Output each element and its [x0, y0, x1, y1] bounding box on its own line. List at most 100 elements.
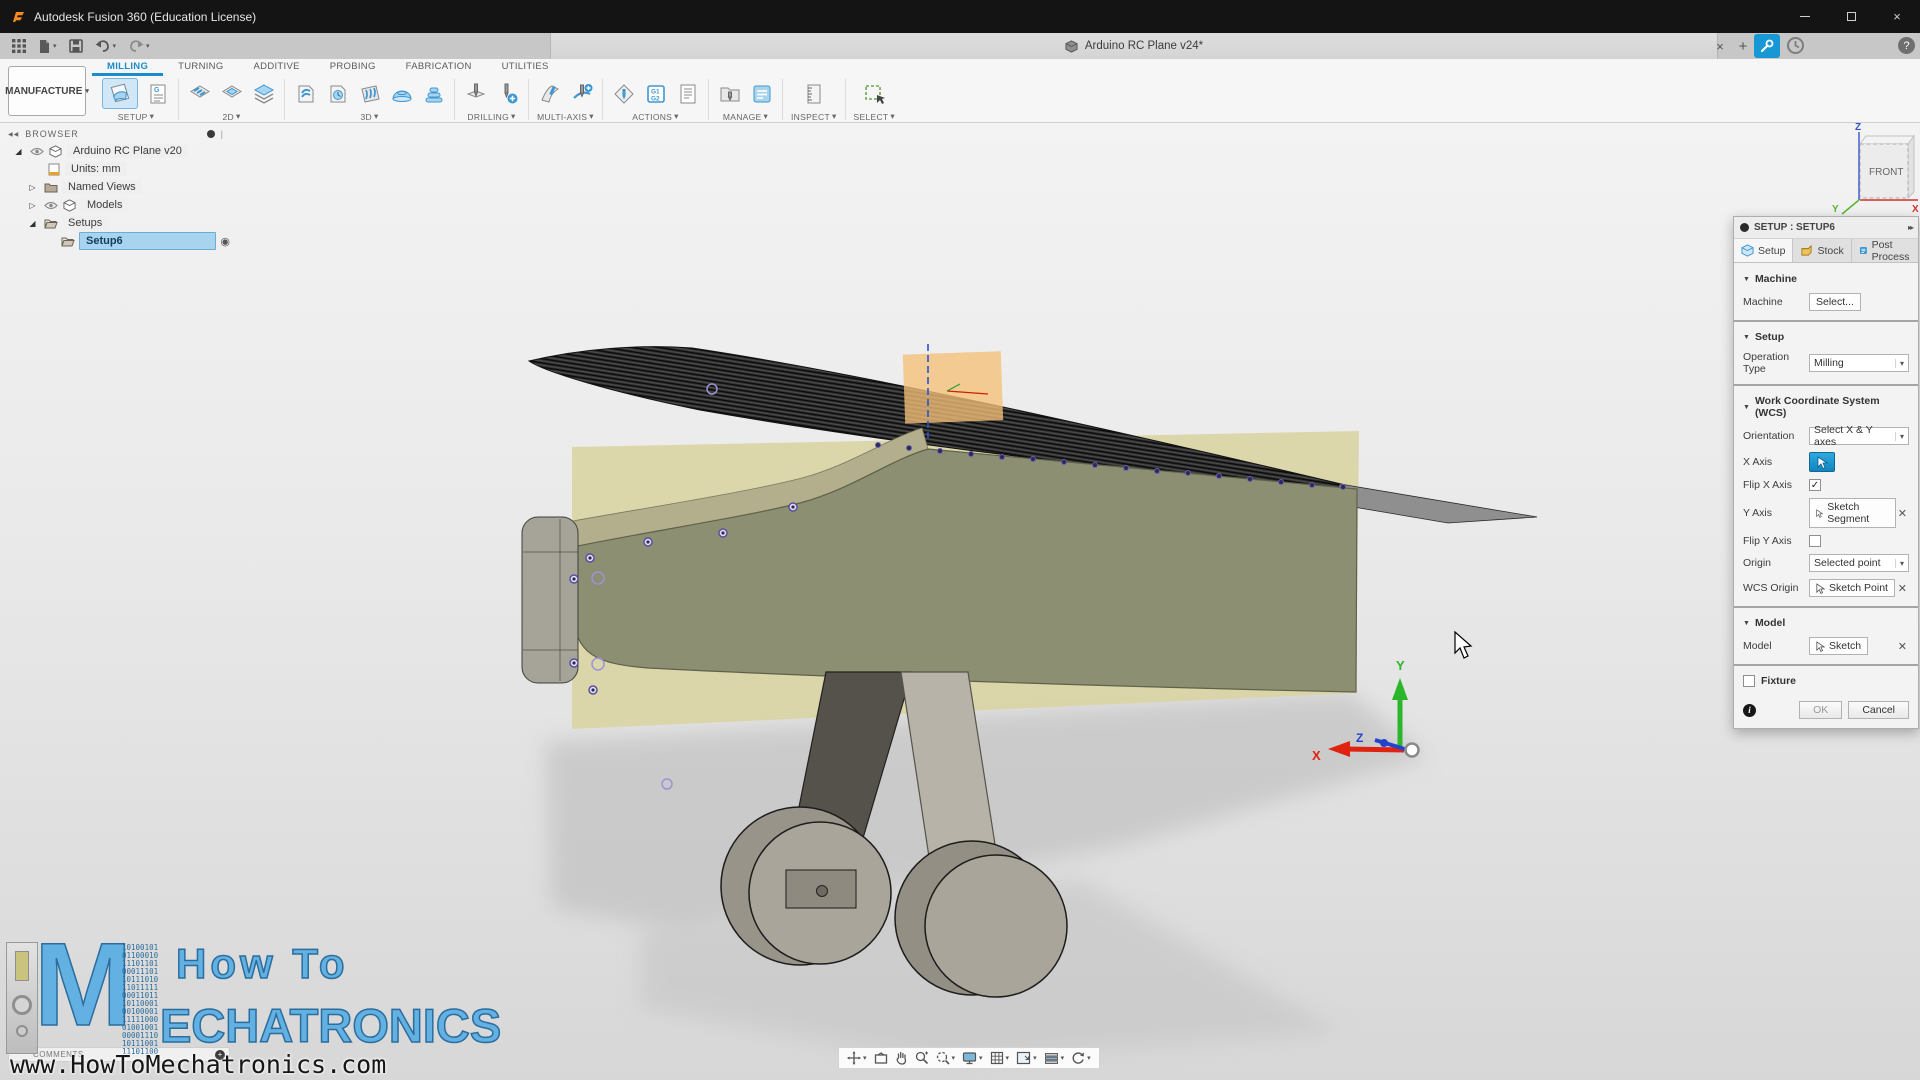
tab-probing[interactable]: PROBING: [315, 59, 391, 76]
tab-fabrication[interactable]: FABRICATION: [391, 59, 487, 76]
new-tab-button[interactable]: +: [1732, 33, 1754, 59]
setup-sheet-icon[interactable]: G: [145, 81, 170, 106]
expand-arrow-icon[interactable]: ◢: [12, 147, 25, 156]
orientation-dropdown[interactable]: Select X & Y axes▾: [1809, 427, 1909, 445]
measure-icon[interactable]: [801, 81, 826, 106]
ok-button[interactable]: OK: [1799, 701, 1842, 719]
redo-icon[interactable]: ▾: [124, 37, 154, 55]
parallel-icon[interactable]: [357, 81, 382, 106]
viewports-icon[interactable]: ▾: [1014, 1051, 1039, 1065]
rc-plane-model[interactable]: Y X Z: [0, 0, 1920, 1080]
collapse-panel-icon[interactable]: ◀◀: [8, 131, 19, 138]
swarf-icon[interactable]: [537, 81, 562, 106]
setup-section-header[interactable]: ▼ Setup: [1743, 331, 1909, 343]
collapsed-arrow-icon[interactable]: ▷: [26, 183, 39, 192]
2d-pocket-icon[interactable]: [251, 81, 276, 106]
wcs-section-header[interactable]: ▼ Work Coordinate System (WCS): [1743, 395, 1909, 419]
y-axis-select-button[interactable]: Sketch Segment: [1809, 498, 1896, 528]
group-label-setup[interactable]: SETUP▾: [118, 111, 154, 122]
save-icon[interactable]: [65, 37, 87, 55]
pocket-clearing-icon[interactable]: [325, 81, 350, 106]
visibility-eye-icon[interactable]: [43, 201, 58, 210]
group-label-drilling[interactable]: DRILLING▾: [467, 111, 515, 122]
document-tab[interactable]: Arduino RC Plane v24*: [550, 33, 1718, 59]
clear-model-icon[interactable]: ✕: [1896, 640, 1909, 653]
operation-type-dropdown[interactable]: Milling▾: [1809, 354, 1909, 372]
undo-icon[interactable]: ▾: [91, 37, 121, 55]
tab-utilities[interactable]: UTILITIES: [487, 59, 564, 76]
minimize-button[interactable]: [1782, 0, 1828, 33]
group-label-manage[interactable]: MANAGE▾: [723, 111, 768, 122]
app-grid-icon[interactable]: [8, 37, 30, 55]
wcs-origin-select-button[interactable]: Sketch Point: [1809, 579, 1895, 597]
recent-versions-clock-icon[interactable]: [1786, 36, 1805, 60]
new-setup-icon[interactable]: [102, 78, 138, 109]
expand-arrow-icon[interactable]: ◢: [26, 219, 39, 228]
machine-select-button[interactable]: Select...: [1809, 293, 1861, 311]
cancel-button[interactable]: Cancel: [1848, 701, 1909, 719]
tab-turning[interactable]: TURNING: [163, 59, 238, 76]
group-label-select[interactable]: SELECT▾: [854, 111, 895, 122]
flip-x-axis-checkbox[interactable]: ✓: [1809, 479, 1821, 491]
fixture-checkbox[interactable]: [1743, 675, 1755, 687]
layout-layers-icon[interactable]: ▾: [1042, 1052, 1067, 1065]
adaptive-clearing-icon[interactable]: [293, 81, 318, 106]
visibility-eye-icon[interactable]: [29, 147, 44, 156]
group-label-3d[interactable]: 3D▾: [360, 111, 378, 122]
collapsed-arrow-icon[interactable]: ▷: [26, 201, 39, 210]
grid-snaps-icon[interactable]: ▾: [988, 1051, 1012, 1065]
close-tab-button[interactable]: ×: [1708, 33, 1732, 59]
group-label-multiaxis[interactable]: MULTI-AXIS▾: [537, 111, 594, 122]
workspace-selector[interactable]: MANUFACTURE ▾: [8, 66, 86, 116]
flip-y-axis-checkbox[interactable]: [1809, 535, 1821, 547]
expand-dialog-icon[interactable]: ▸▸: [1908, 223, 1912, 232]
2d-adaptive-icon[interactable]: [219, 81, 244, 106]
file-menu-icon[interactable]: ▾: [34, 37, 61, 56]
display-settings-dot-icon[interactable]: [207, 130, 215, 138]
tab-setup[interactable]: Setup: [1734, 239, 1793, 262]
model-select-button[interactable]: Sketch: [1809, 637, 1868, 655]
setup-active-radio-icon[interactable]: ◉: [220, 235, 230, 248]
setup-sheet-report-icon[interactable]: [675, 81, 700, 106]
add-comment-icon[interactable]: +: [215, 1050, 225, 1060]
fit-icon[interactable]: ▾: [934, 1051, 958, 1065]
spiral-icon[interactable]: [421, 81, 446, 106]
clear-y-axis-icon[interactable]: ✕: [1896, 507, 1909, 520]
comments-bar[interactable]: COMMENTS +: [8, 1047, 230, 1062]
refresh-icon[interactable]: ▾: [1069, 1051, 1093, 1065]
post-process-icon[interactable]: G1G2: [643, 81, 668, 106]
pan-icon[interactable]: [893, 1051, 910, 1065]
machine-section-header[interactable]: ▼ Machine: [1743, 273, 1909, 285]
generate-icon[interactable]: [749, 81, 774, 106]
model-section-header[interactable]: ▼ Model: [1743, 617, 1909, 629]
bore-icon[interactable]: [495, 81, 520, 106]
face-milling-icon[interactable]: [187, 81, 212, 106]
display-settings-icon[interactable]: ▾: [960, 1051, 985, 1065]
look-at-icon[interactable]: [872, 1052, 890, 1065]
setup-dialog-header[interactable]: SETUP : SETUP6 ▸▸: [1734, 217, 1918, 239]
group-label-actions[interactable]: ACTIONS▾: [632, 111, 678, 122]
tab-additive[interactable]: ADDITIVE: [239, 59, 315, 76]
info-icon[interactable]: i: [1743, 704, 1756, 717]
zoom-icon[interactable]: [913, 1051, 931, 1065]
active-document-icon[interactable]: [1754, 34, 1780, 58]
tree-item-setups[interactable]: Setups: [62, 216, 108, 230]
tree-item-units[interactable]: Units: mm: [65, 162, 127, 176]
drill-icon[interactable]: [463, 81, 488, 106]
help-icon[interactable]: ?: [1898, 37, 1915, 54]
simulate-icon[interactable]: [611, 81, 636, 106]
tool-library-icon[interactable]: [717, 81, 742, 106]
orbit-icon[interactable]: ▾: [845, 1051, 869, 1065]
group-label-2d[interactable]: 2D▾: [222, 111, 240, 122]
clear-wcs-origin-icon[interactable]: ✕: [1896, 582, 1909, 595]
tab-milling[interactable]: MILLING: [92, 59, 163, 76]
origin-dropdown[interactable]: Selected point▾: [1809, 554, 1909, 572]
multi-axis-contour-icon[interactable]: [569, 81, 594, 106]
tree-item-root[interactable]: Arduino RC Plane v20: [67, 144, 188, 158]
tab-stock[interactable]: Stock: [1793, 239, 1851, 262]
tree-item-models[interactable]: Models: [81, 198, 128, 212]
group-label-inspect[interactable]: INSPECT▾: [791, 111, 837, 122]
tab-post-process[interactable]: Post Process: [1852, 239, 1920, 262]
scallop-icon[interactable]: [389, 81, 414, 106]
tree-item-named-views[interactable]: Named Views: [62, 180, 142, 194]
